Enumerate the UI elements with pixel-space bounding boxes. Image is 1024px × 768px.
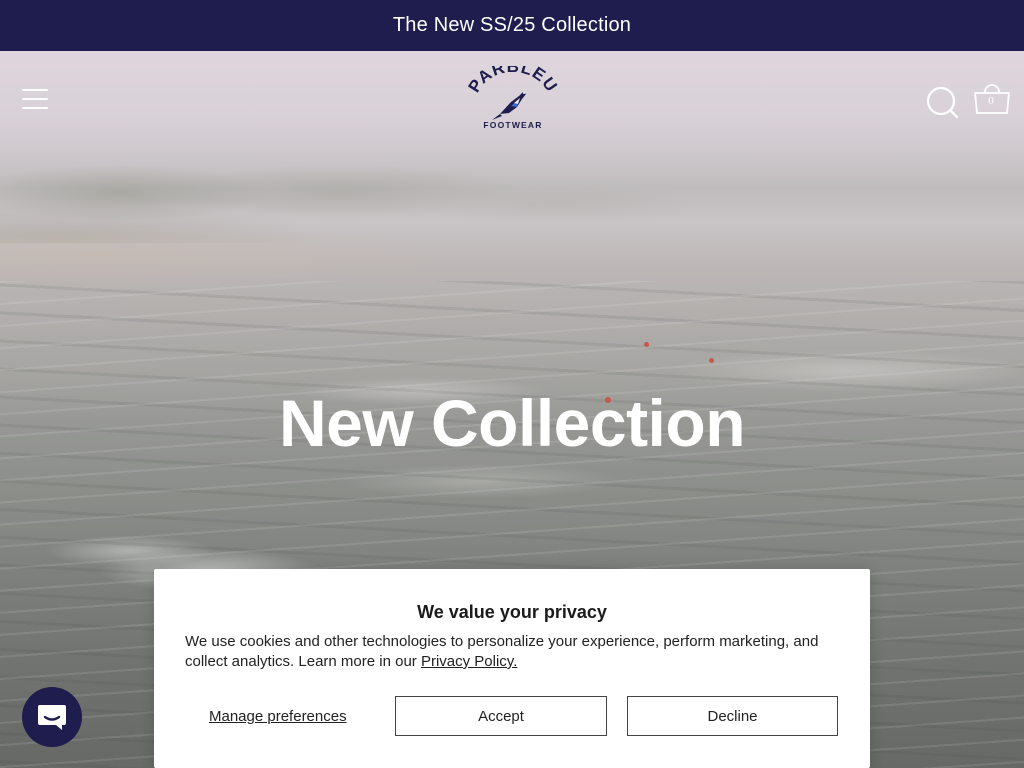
privacy-policy-link[interactable]: Privacy Policy. xyxy=(421,653,517,670)
announcement-text[interactable]: The New SS/25 Collection xyxy=(393,14,631,37)
logo-tagline: FOOTWEAR xyxy=(483,120,542,130)
chat-bubble-icon xyxy=(38,705,66,730)
buoy-marker xyxy=(644,342,649,347)
magpie-bird-icon xyxy=(492,92,526,120)
cart-count-badge: 0 xyxy=(988,95,994,107)
decline-button[interactable]: Decline xyxy=(627,696,838,736)
announcement-bar: The New SS/25 Collection xyxy=(0,0,1024,51)
search-icon[interactable] xyxy=(925,85,959,119)
hero-title: New Collection xyxy=(278,386,746,460)
chat-button[interactable] xyxy=(22,687,82,747)
accept-button[interactable]: Accept xyxy=(395,696,607,736)
privacy-description: We use cookies and other technologies to… xyxy=(185,632,835,672)
svg-text:PARBLEU: PARBLEU xyxy=(467,66,559,96)
privacy-title: We value your privacy xyxy=(417,602,607,622)
hamburger-menu-icon[interactable] xyxy=(22,89,48,109)
buoy-marker xyxy=(709,358,714,363)
cart-icon[interactable]: 0 xyxy=(972,80,1012,118)
brand-logo[interactable]: PARBLEU FOOTWEAR xyxy=(465,57,561,136)
logo-wordmark: PARBLEU xyxy=(465,57,561,96)
manage-preferences-link[interactable]: Manage preferences xyxy=(209,708,347,725)
hero-background-beach xyxy=(0,226,460,286)
privacy-banner: We value your privacy We use cookies and… xyxy=(154,569,870,768)
